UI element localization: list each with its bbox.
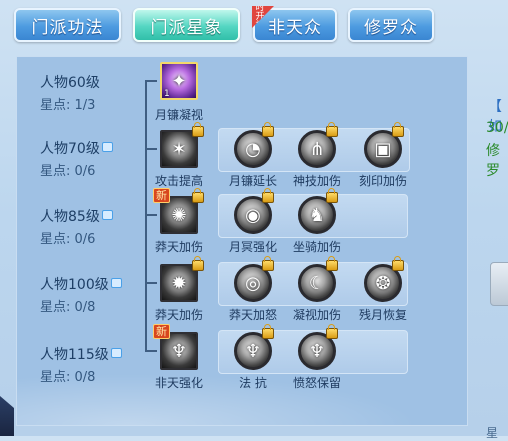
- lock-icon: [110, 278, 122, 288]
- lock-icon: [262, 324, 274, 339]
- demon-icon: ♆: [170, 340, 188, 362]
- lock-icon: [192, 122, 204, 137]
- tab-xiuluozhong[interactable]: 修罗众: [348, 8, 434, 42]
- mount-icon: ♞: [308, 204, 326, 226]
- tree-connector: [145, 214, 157, 216]
- lock-icon: [110, 348, 122, 358]
- tree-connector: [145, 282, 157, 284]
- lock-icon: [262, 122, 274, 137]
- lock-icon: [262, 256, 274, 271]
- lock-icon: [262, 188, 274, 203]
- skill-label: 坐骑加伤: [292, 240, 341, 254]
- skill-label: 法 抗: [239, 376, 267, 390]
- tier-stars: 星点: 1/3: [40, 98, 96, 113]
- skill-label: 残月恢复: [358, 308, 407, 322]
- tier-level: 人物100级: [40, 274, 122, 294]
- lock-icon: [101, 210, 113, 220]
- skill-label: 月冥强化: [228, 240, 277, 254]
- burst-icon: ✺: [171, 204, 187, 226]
- tier-level: 人物70级: [40, 138, 113, 158]
- tier-stars: 星点: 0/6: [40, 232, 96, 247]
- corner-ornament: [0, 396, 14, 436]
- side-bottom-text: 星: [486, 426, 499, 440]
- lock-icon: [326, 256, 338, 271]
- skill-label: 月镰延长: [228, 174, 277, 188]
- moon-icon: ◉: [245, 204, 261, 226]
- new-badge: 新: [153, 188, 170, 203]
- claw-icon: ⋔: [309, 138, 325, 160]
- ring-icon: ❂: [375, 272, 391, 294]
- tier-level: 人物60级: [40, 75, 100, 91]
- side-button[interactable]: [490, 262, 508, 306]
- tab-sect-constellation[interactable]: 门派星象: [133, 8, 240, 42]
- demon-icon: ♆: [244, 340, 262, 362]
- skill-label: 凝视加伤: [292, 308, 341, 322]
- lock-icon: [192, 188, 204, 203]
- skill-label: 莽天加伤: [154, 308, 203, 322]
- side-info-count: 30/: [486, 120, 508, 136]
- lock-icon: [192, 256, 204, 271]
- tree-connector: [145, 80, 157, 82]
- crescent-icon: ☾: [308, 272, 326, 294]
- side-info-text: 修罗: [486, 143, 500, 179]
- skill-icon-crescent-gaze[interactable]: ✦ 1: [160, 62, 198, 100]
- vortex-icon: ◎: [245, 272, 261, 294]
- claw-icon: ✶: [171, 138, 187, 160]
- lock-icon: [326, 122, 338, 137]
- lock-icon: [326, 188, 338, 203]
- skill-label: 刻印加伤: [358, 174, 407, 188]
- seal-icon: ▣: [374, 138, 392, 160]
- skill-label: 莽天加怒: [228, 308, 277, 322]
- tier-stars: 星点: 0/6: [40, 164, 96, 179]
- lock-icon: [326, 324, 338, 339]
- burst-icon: ✹: [171, 272, 187, 294]
- tier-level: 人物85级: [40, 206, 113, 226]
- skill-label: 月镰凝视: [154, 108, 203, 122]
- demon-icon: ♆: [308, 340, 326, 362]
- tier-stars: 星点: 0/8: [40, 370, 96, 385]
- skill-label: 莽天加伤: [154, 240, 203, 254]
- skill-label: 愤怒保留: [292, 376, 341, 390]
- tree-connector: [145, 148, 157, 150]
- lock-icon: [392, 122, 404, 137]
- tree-connector: [145, 350, 157, 352]
- skill-label: 神技加伤: [292, 174, 341, 188]
- skill-label: 非天强化: [154, 376, 203, 390]
- skill-label: 攻击提高: [154, 174, 203, 188]
- lock-icon: [392, 256, 404, 271]
- skill-count: 1: [164, 89, 170, 99]
- tier-stars: 星点: 0/8: [40, 300, 96, 315]
- tab-sect-skills[interactable]: 门派功法: [14, 8, 121, 42]
- tier-level: 人物115级: [40, 344, 122, 364]
- lock-icon: [101, 142, 113, 152]
- new-badge: 新: [153, 324, 170, 339]
- spiral-icon: ◔: [245, 138, 261, 160]
